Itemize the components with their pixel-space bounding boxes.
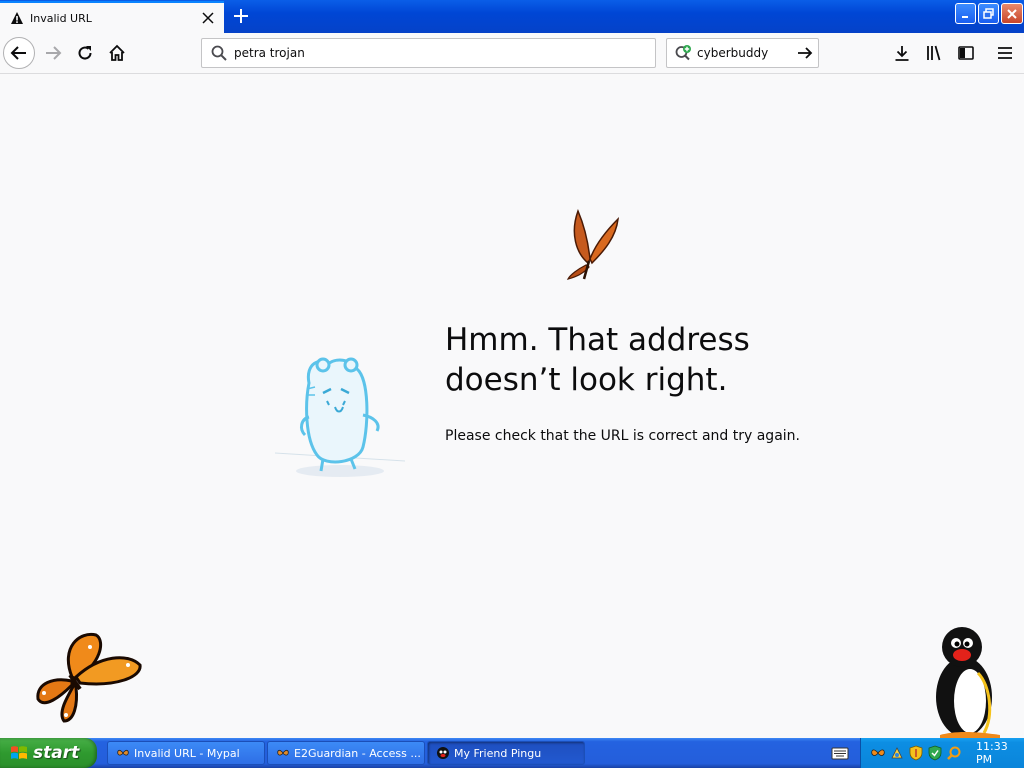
back-icon (10, 46, 26, 60)
home-icon (109, 44, 125, 61)
back-button[interactable] (3, 37, 35, 69)
taskbar: start Invalid URL - Mypal E2Guardian - A… (0, 738, 1024, 768)
download-icon (895, 46, 909, 61)
library-button[interactable] (921, 40, 947, 66)
forward-icon (46, 46, 62, 60)
penguin-icon (437, 747, 449, 759)
taskbar-item-pingu[interactable]: My Friend Pingu (427, 741, 585, 765)
network-icon[interactable] (889, 745, 905, 761)
search-go-button[interactable] (793, 41, 817, 65)
start-button[interactable]: start (0, 738, 97, 768)
search-engine-icon (675, 45, 691, 61)
confused-mascot-illustration (274, 357, 406, 477)
sidebar-icon (958, 46, 974, 60)
url-bar[interactable] (201, 38, 656, 68)
forward-button[interactable] (37, 37, 69, 69)
minimize-button[interactable] (955, 3, 976, 24)
new-tab-button[interactable] (228, 4, 254, 28)
go-arrow-icon (798, 47, 813, 59)
library-icon (927, 45, 941, 61)
search-bar[interactable] (666, 38, 819, 68)
keyboard-icon[interactable] (831, 745, 849, 761)
reload-icon (78, 46, 92, 60)
title-bar: Invalid URL (0, 0, 1024, 33)
security-center-icon[interactable] (927, 745, 943, 761)
search-icon[interactable] (946, 745, 962, 761)
error-heading-line1: Hmm. That address (445, 322, 750, 358)
navigation-toolbar (0, 33, 1024, 74)
tab-title: Invalid URL (30, 11, 92, 25)
error-heading: Hmm. That address doesn’t look right. (445, 320, 845, 400)
shield-icon[interactable] (908, 745, 924, 761)
warning-icon (11, 12, 23, 24)
butterfly-icon (566, 208, 619, 280)
sidebar-button[interactable] (953, 40, 979, 66)
taskbar-item-label: Invalid URL - Mypal (134, 746, 240, 760)
search-icon (211, 45, 227, 61)
menu-button[interactable] (992, 40, 1018, 66)
search-input[interactable] (697, 46, 793, 60)
butterfly-icon (277, 749, 289, 756)
taskbar-item-label: My Friend Pingu (454, 746, 542, 760)
windows-flag-icon (11, 746, 27, 759)
close-window-button[interactable] (1001, 3, 1023, 24)
url-input[interactable] (234, 46, 634, 60)
restore-button[interactable] (978, 3, 999, 24)
reload-button[interactable] (69, 37, 101, 69)
butterfly-icon[interactable] (870, 745, 886, 761)
error-heading-line2: doesn’t look right. (445, 362, 728, 398)
butterfly-icon (36, 632, 142, 723)
taskbar-item-mypal[interactable]: Invalid URL - Mypal (107, 741, 265, 765)
taskbar-item-e2guardian[interactable]: E2Guardian - Access ... (267, 741, 425, 765)
system-tray: 11:33 PM (860, 738, 1024, 768)
error-description: Please check that the URL is correct and… (445, 428, 800, 444)
taskbar-item-label: E2Guardian - Access ... (294, 746, 421, 760)
start-label: start (33, 743, 80, 763)
penguin-icon (936, 627, 1000, 739)
home-button[interactable] (101, 37, 133, 69)
close-icon[interactable] (196, 6, 220, 30)
tab-invalid-url[interactable]: Invalid URL (0, 1, 224, 33)
menu-icon (998, 47, 1012, 59)
clock[interactable]: 11:33 PM (976, 740, 1024, 766)
plus-icon (234, 9, 248, 23)
butterfly-icon (117, 749, 129, 756)
error-page: Hmm. That address doesn’t look right. Pl… (0, 75, 1024, 739)
downloads-button[interactable] (889, 40, 915, 66)
